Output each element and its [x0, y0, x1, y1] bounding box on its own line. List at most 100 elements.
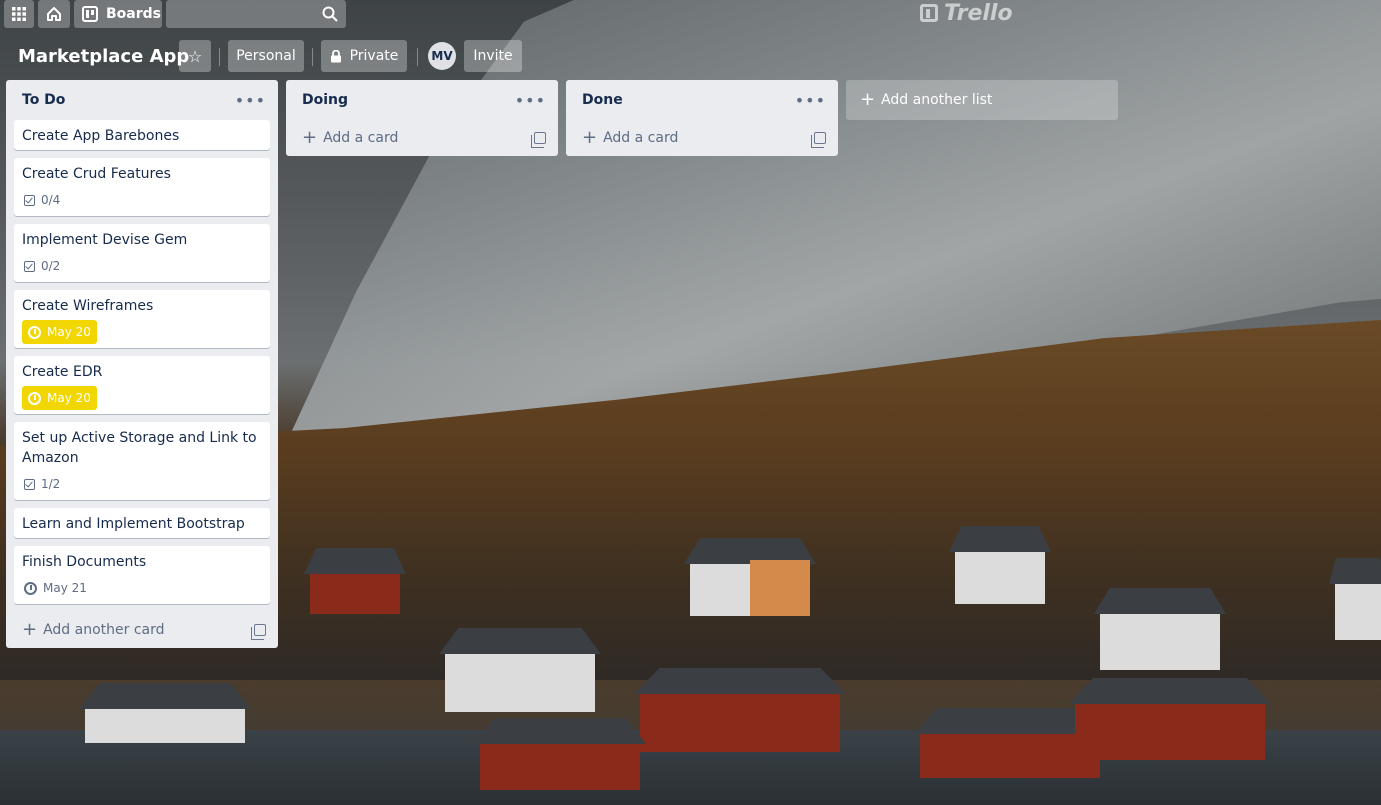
due-date-badge[interactable]: May 21 [22, 576, 89, 600]
card-template-icon[interactable] [251, 624, 266, 640]
background-house [1329, 558, 1381, 640]
list-doing: Doing ••• + Add a card [286, 80, 558, 156]
list-menu-icon[interactable]: ••• [795, 91, 826, 110]
card[interactable]: Create App Barebones [14, 120, 270, 150]
background-house [914, 708, 1106, 778]
list-title[interactable]: Done [582, 92, 623, 108]
card[interactable]: Set up Active Storage and Link to Amazon… [14, 422, 270, 500]
clock-icon [28, 391, 41, 405]
trello-logo-text: Trello [944, 0, 1013, 26]
boards-button[interactable]: Boards [74, 0, 162, 28]
plus-icon: + [582, 127, 598, 148]
add-card-label: Add a card [323, 130, 399, 146]
due-date-badge[interactable]: May 20 [22, 320, 97, 344]
add-card-button[interactable]: + Add a card [566, 120, 838, 156]
lock-icon [330, 49, 341, 62]
background-house [750, 560, 810, 616]
card-badges: 0/2 [22, 254, 262, 278]
list-menu-icon[interactable]: ••• [235, 91, 266, 110]
card[interactable]: Implement Devise Gem 0/2 [14, 224, 270, 282]
background-house [634, 668, 846, 752]
list-header: To Do ••• [6, 80, 278, 120]
search-input[interactable] [166, 0, 346, 28]
grid-icon [12, 7, 26, 21]
background-house [439, 628, 601, 712]
home-button[interactable] [38, 0, 70, 28]
background-house [304, 548, 406, 614]
plus-icon: + [860, 89, 876, 110]
card[interactable]: Learn and Implement Bootstrap [14, 508, 270, 538]
card-title: Create Wireframes [22, 298, 154, 314]
list-title[interactable]: Doing [302, 92, 348, 108]
add-card-label: Add another card [43, 622, 165, 638]
add-list-button[interactable]: + Add another list [846, 80, 1118, 120]
add-card-button[interactable]: + Add another card [6, 612, 278, 648]
card-badges: May 21 [22, 576, 262, 600]
due-date: May 21 [43, 581, 87, 595]
search-icon [322, 6, 338, 22]
card[interactable]: Finish Documents May 21 [14, 546, 270, 604]
background-house [79, 683, 251, 743]
plus-icon: + [22, 619, 38, 640]
board-title[interactable]: Marketplace App [10, 40, 197, 72]
top-navigation-bar: Boards Trello [0, 0, 1381, 30]
checklist-count: 0/4 [41, 193, 61, 207]
checklist-count: 0/2 [41, 259, 61, 273]
checklist-badge: 0/2 [22, 254, 62, 278]
card-title: Create EDR [22, 364, 103, 380]
add-card-label: Add a card [603, 130, 679, 146]
background-house [1069, 678, 1271, 760]
privacy-button[interactable]: Private [321, 40, 407, 72]
card-badges: 0/4 [22, 188, 262, 212]
list-header: Doing ••• [286, 80, 558, 120]
background-house [474, 718, 646, 790]
board-header: Marketplace App ☆ Personal Private MV In… [0, 40, 1381, 72]
card-title: Learn and Implement Bootstrap [22, 516, 245, 532]
privacy-label: Private [349, 48, 399, 64]
card-title: Implement Devise Gem [22, 232, 188, 248]
plus-icon: + [302, 127, 318, 148]
due-date-badge[interactable]: May 20 [22, 386, 97, 410]
home-icon [47, 7, 61, 21]
card-title: Create App Barebones [22, 128, 180, 144]
invite-button[interactable]: Invite [464, 40, 522, 72]
card-badges: May 20 [22, 320, 262, 344]
clock-icon [24, 581, 37, 595]
checklist-icon [24, 260, 35, 272]
card-badges: 1/2 [22, 472, 262, 496]
card[interactable]: Create Crud Features 0/4 [14, 158, 270, 216]
header-divider [312, 48, 313, 66]
member-avatar[interactable]: MV [428, 42, 456, 70]
checklist-icon [24, 478, 35, 490]
card-badges: May 20 [22, 386, 262, 410]
list-to-do: To Do ••• Create App Barebones Create Cr… [6, 80, 278, 648]
card[interactable]: Create Wireframes May 20 [14, 290, 270, 348]
clock-icon [28, 325, 41, 339]
card-template-icon[interactable] [811, 132, 826, 148]
due-date: May 20 [47, 325, 91, 339]
list-header: Done ••• [566, 80, 838, 120]
header-divider [417, 48, 418, 66]
checklist-badge: 1/2 [22, 472, 62, 496]
star-icon: ☆ [187, 46, 203, 66]
background-house [949, 526, 1051, 604]
header-divider [219, 48, 220, 66]
checklist-count: 1/2 [41, 477, 61, 491]
star-board-button[interactable]: ☆ [179, 40, 211, 72]
list-menu-icon[interactable]: ••• [515, 91, 546, 110]
add-list-label: Add another list [881, 92, 993, 108]
list-title[interactable]: To Do [22, 92, 65, 108]
card-title: Finish Documents [22, 554, 147, 570]
boards-label: Boards [106, 6, 161, 22]
card-template-icon[interactable] [531, 132, 546, 148]
card[interactable]: Create EDR May 20 [14, 356, 270, 414]
background-house [1094, 588, 1226, 670]
checklist-icon [24, 194, 35, 206]
list-done: Done ••• + Add a card [566, 80, 838, 156]
add-card-button[interactable]: + Add a card [286, 120, 558, 156]
card-title: Create Crud Features [22, 166, 171, 182]
team-visibility-button[interactable]: Personal [228, 40, 304, 72]
trello-logo-icon [920, 4, 938, 22]
trello-logo[interactable]: Trello [920, 0, 1013, 26]
apps-button[interactable] [4, 0, 34, 28]
